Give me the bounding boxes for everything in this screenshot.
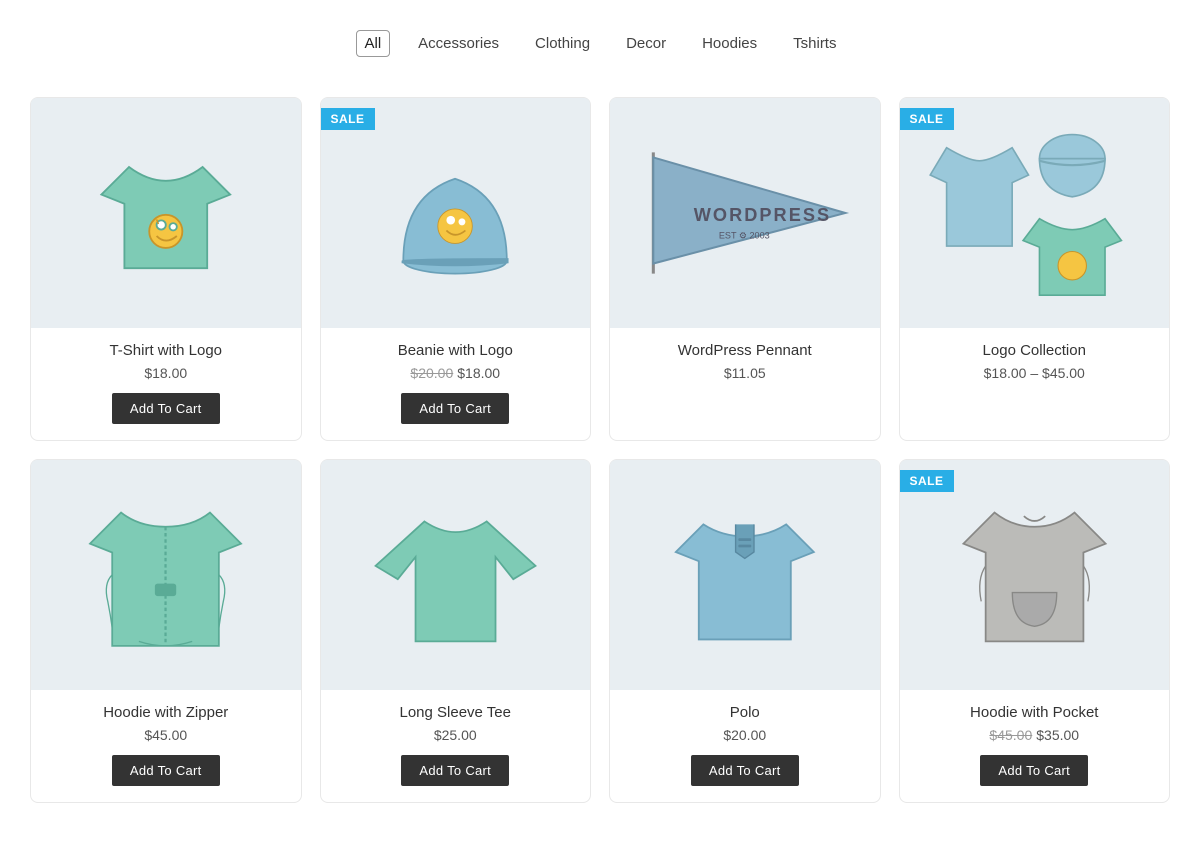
price: $18.00 bbox=[144, 365, 187, 381]
product-image-collection bbox=[900, 98, 1170, 328]
product-image-tshirt bbox=[31, 98, 301, 328]
product-name: T-Shirt with Logo bbox=[41, 342, 291, 359]
product-image-wrapper: WORDPRESS EST ⚙ 2003 bbox=[610, 98, 880, 328]
add-to-cart-button[interactable]: Add To Cart bbox=[112, 755, 220, 786]
product-info: Hoodie with Zipper $45.00 Add To Cart bbox=[31, 690, 301, 786]
product-image-hoodie-zipper bbox=[31, 460, 301, 690]
add-to-cart-button[interactable]: Add To Cart bbox=[112, 393, 220, 424]
product-price: $18.00 – $45.00 bbox=[910, 365, 1160, 381]
product-name: Hoodie with Pocket bbox=[910, 704, 1160, 721]
product-image-beanie bbox=[321, 98, 591, 328]
product-info: Beanie with Logo $20.00$18.00 Add To Car… bbox=[321, 328, 591, 424]
filter-btn-tshirts[interactable]: Tshirts bbox=[785, 31, 844, 56]
product-image-wrapper bbox=[31, 460, 301, 690]
product-card-1: T-Shirt with Logo $18.00 Add To Cart bbox=[30, 97, 302, 441]
product-price: $18.00 bbox=[41, 365, 291, 381]
product-name: Long Sleeve Tee bbox=[331, 704, 581, 721]
product-name: Hoodie with Zipper bbox=[41, 704, 291, 721]
product-price: $11.05 bbox=[620, 365, 870, 381]
product-name: Beanie with Logo bbox=[331, 342, 581, 359]
product-price: $45.00$35.00 bbox=[910, 727, 1160, 743]
product-card-2: SALE Beanie with Logo $20.00$18.00 Add T… bbox=[320, 97, 592, 441]
product-grid: T-Shirt with Logo $18.00 Add To Cart SAL… bbox=[30, 97, 1170, 803]
product-price: $45.00 bbox=[41, 727, 291, 743]
sale-badge: SALE bbox=[900, 470, 954, 492]
product-name: Polo bbox=[620, 704, 870, 721]
product-card-8: SALE Hoodie with Pocket $45.00$35.00 Add… bbox=[899, 459, 1171, 803]
product-info: Hoodie with Pocket $45.00$35.00 Add To C… bbox=[900, 690, 1170, 786]
price-old: $20.00 bbox=[410, 365, 453, 381]
sale-badge: SALE bbox=[900, 108, 954, 130]
product-image-wrapper: SALE bbox=[900, 460, 1170, 690]
filter-btn-all[interactable]: All bbox=[356, 30, 391, 57]
product-image-wrapper bbox=[610, 460, 880, 690]
product-name: WordPress Pennant bbox=[620, 342, 870, 359]
product-image-wrapper: SALE bbox=[321, 98, 591, 328]
price-old: $45.00 bbox=[989, 727, 1032, 743]
product-card-4: SALE Logo Collection $18.00 – $45.00 bbox=[899, 97, 1171, 441]
filter-btn-decor[interactable]: Decor bbox=[618, 31, 674, 56]
product-image-wrapper bbox=[31, 98, 301, 328]
product-card-6: Long Sleeve Tee $25.00 Add To Cart bbox=[320, 459, 592, 803]
product-info: Long Sleeve Tee $25.00 Add To Cart bbox=[321, 690, 591, 786]
price-new: $18.00 bbox=[457, 365, 500, 381]
product-info: Logo Collection $18.00 – $45.00 bbox=[900, 328, 1170, 393]
filter-btn-clothing[interactable]: Clothing bbox=[527, 31, 598, 56]
svg-text:EST ⚙ 2003: EST ⚙ 2003 bbox=[719, 230, 770, 240]
product-image-hoodie-pocket bbox=[900, 460, 1170, 690]
filter-bar: All Accessories Clothing Decor Hoodies Tshirt… bbox=[20, 20, 1180, 67]
price: $25.00 bbox=[434, 727, 477, 743]
add-to-cart-button[interactable]: Add To Cart bbox=[691, 755, 799, 786]
product-price: $25.00 bbox=[331, 727, 581, 743]
product-info: WordPress Pennant $11.05 bbox=[610, 328, 880, 393]
product-image-wrapper bbox=[321, 460, 591, 690]
price: $20.00 bbox=[723, 727, 766, 743]
product-image-longsleeve bbox=[321, 460, 591, 690]
product-card-5: Hoodie with Zipper $45.00 Add To Cart bbox=[30, 459, 302, 803]
product-card-7: Polo $20.00 Add To Cart bbox=[609, 459, 881, 803]
price: $18.00 – $45.00 bbox=[984, 365, 1085, 381]
price: $11.05 bbox=[724, 365, 766, 381]
product-image-pennant: WORDPRESS EST ⚙ 2003 bbox=[610, 98, 880, 328]
add-to-cart-button[interactable]: Add To Cart bbox=[401, 393, 509, 424]
product-info: Polo $20.00 Add To Cart bbox=[610, 690, 880, 786]
filter-btn-hoodies[interactable]: Hoodies bbox=[694, 31, 765, 56]
filter-btn-accessories[interactable]: Accessories bbox=[410, 31, 507, 56]
product-info: T-Shirt with Logo $18.00 Add To Cart bbox=[31, 328, 301, 424]
svg-text:WORDPRESS: WORDPRESS bbox=[694, 205, 831, 225]
sale-badge: SALE bbox=[321, 108, 375, 130]
add-to-cart-button[interactable]: Add To Cart bbox=[980, 755, 1088, 786]
price-new: $35.00 bbox=[1036, 727, 1079, 743]
add-to-cart-button[interactable]: Add To Cart bbox=[401, 755, 509, 786]
product-card-3: WORDPRESS EST ⚙ 2003 WordPress Pennant $… bbox=[609, 97, 881, 441]
price: $45.00 bbox=[144, 727, 187, 743]
product-image-wrapper: SALE bbox=[900, 98, 1170, 328]
product-price: $20.00 bbox=[620, 727, 870, 743]
product-price: $20.00$18.00 bbox=[331, 365, 581, 381]
product-image-polo bbox=[610, 460, 880, 690]
product-name: Logo Collection bbox=[910, 342, 1160, 359]
